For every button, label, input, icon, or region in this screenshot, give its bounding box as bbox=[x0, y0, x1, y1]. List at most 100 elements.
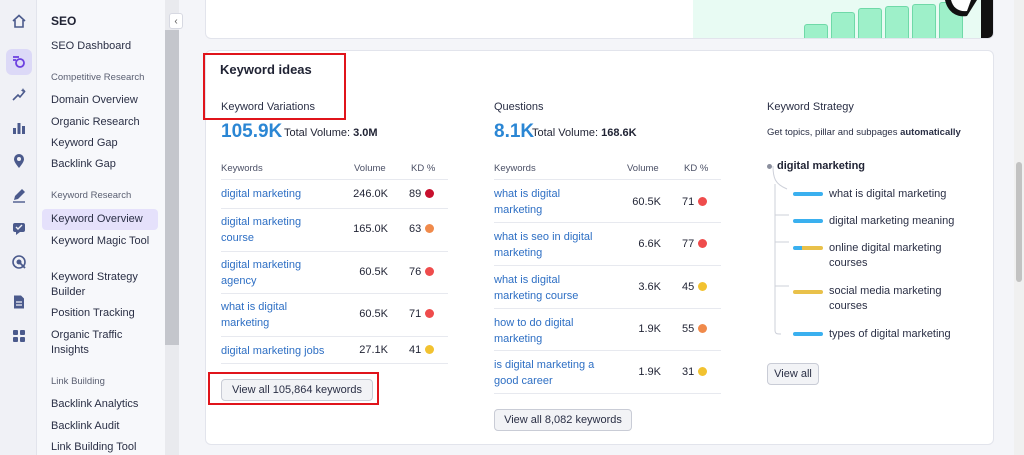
variations-volume: 60.5K bbox=[359, 308, 388, 320]
variations-kd: 76 bbox=[409, 266, 435, 278]
document-icon[interactable] bbox=[6, 289, 32, 315]
sidebar-item-keyword-gap[interactable]: Keyword Gap bbox=[51, 136, 163, 151]
variations-volume: 27.1K bbox=[359, 344, 388, 356]
sidebar-item-domain-overview[interactable]: Domain Overview bbox=[51, 93, 163, 108]
view-all-strategy-button[interactable]: View all bbox=[767, 363, 819, 385]
sidebar-section-keyword-research: Keyword Research bbox=[51, 190, 132, 201]
sidebar-item-keyword-magic-tool[interactable]: Keyword Magic Tool bbox=[51, 234, 163, 249]
variations-keyword-link[interactable]: digital marketing jobs bbox=[221, 343, 351, 359]
variations-volume: 60.5K bbox=[359, 266, 388, 278]
variations-kd: 71 bbox=[409, 308, 435, 320]
top-card bbox=[205, 0, 994, 39]
sidebar-item-position-tracking[interactable]: Position Tracking bbox=[51, 306, 163, 321]
questions-keyword-link[interactable]: what is seo in digital marketing bbox=[494, 229, 609, 261]
strategy-title: Keyword Strategy bbox=[767, 101, 854, 113]
strategy-subtitle: Get topics, pillar and subpages automati… bbox=[767, 127, 961, 138]
grid-icon[interactable] bbox=[6, 323, 32, 349]
tree-root-dot bbox=[767, 164, 772, 169]
ai-sparkle-icon[interactable] bbox=[6, 82, 32, 108]
variations-total-volume: Total Volume: 3.0M bbox=[284, 127, 378, 139]
sidebar-item-backlink-gap[interactable]: Backlink Gap bbox=[51, 157, 163, 172]
icon-rail bbox=[0, 0, 37, 455]
pen-icon[interactable] bbox=[6, 182, 32, 208]
sidebar-scrollbar[interactable] bbox=[165, 0, 179, 455]
variations-keyword-link[interactable]: digital marketing course bbox=[221, 214, 331, 246]
kd-indicator-icon bbox=[425, 345, 435, 354]
questions-volume: 6.6K bbox=[638, 238, 661, 250]
keyword-ideas-card: Keyword ideas Keyword Variations 105.9K … bbox=[203, 50, 994, 445]
variations-kd: 41 bbox=[409, 344, 435, 356]
page-scrollbar-thumb[interactable] bbox=[1016, 162, 1022, 282]
questions-volume: 1.9K bbox=[638, 366, 661, 378]
sidebar-item-backlink-analytics[interactable]: Backlink Analytics bbox=[51, 397, 163, 412]
target-icon[interactable] bbox=[6, 249, 32, 275]
sidebar-item-organic-traffic-insights[interactable]: Organic Traffic Insights bbox=[51, 328, 163, 358]
kd-indicator-icon bbox=[698, 197, 708, 206]
mascot-illustration bbox=[945, 0, 993, 38]
view-all-questions-button[interactable]: View all 8,082 keywords bbox=[494, 409, 632, 431]
variations-keyword-link[interactable]: digital marketing agency bbox=[221, 257, 331, 289]
sidebar-header: SEO bbox=[51, 14, 77, 28]
questions-header-volume: Volume bbox=[627, 163, 659, 174]
variations-volume: 165.0K bbox=[353, 223, 388, 235]
sidebar-item-keyword-strategy-builder[interactable]: Keyword Strategy Builder bbox=[51, 270, 163, 300]
chat-icon[interactable] bbox=[6, 215, 32, 241]
strategy-subtopic[interactable]: social media marketing courses bbox=[829, 284, 959, 314]
questions-total-volume: Total Volume: 168.6K bbox=[532, 127, 637, 139]
sidebar-section-competitive-research: Competitive Research bbox=[51, 72, 145, 83]
questions-kd: 77 bbox=[682, 238, 708, 250]
questions-count: 8.1K bbox=[494, 121, 535, 142]
sidebar-item-seo-dashboard[interactable]: SEO Dashboard bbox=[51, 39, 163, 54]
topic-bar bbox=[793, 290, 823, 294]
variations-header-keywords: Keywords bbox=[221, 163, 263, 174]
sidebar-scrollbar-thumb[interactable] bbox=[165, 30, 179, 345]
variations-keyword-link[interactable]: digital marketing bbox=[221, 186, 331, 202]
questions-keyword-link[interactable]: what is digital marketing bbox=[494, 186, 604, 218]
strategy-subtopic[interactable]: digital marketing meaning bbox=[829, 214, 969, 229]
questions-keyword-link[interactable]: is digital marketing a good career bbox=[494, 357, 609, 389]
questions-kd: 55 bbox=[682, 323, 708, 335]
questions-header-keywords: Keywords bbox=[494, 163, 536, 174]
questions-kd: 31 bbox=[682, 366, 708, 378]
questions-volume: 3.6K bbox=[638, 281, 661, 293]
questions-title: Questions bbox=[494, 101, 544, 113]
seo-icon[interactable] bbox=[6, 49, 32, 75]
topic-bar bbox=[793, 219, 823, 223]
strategy-root-topic[interactable]: digital marketing bbox=[777, 160, 865, 172]
kd-indicator-icon bbox=[698, 367, 708, 376]
seo-sidebar: SEO SEO Dashboard Competitive Research D… bbox=[37, 0, 167, 455]
questions-volume: 1.9K bbox=[638, 323, 661, 335]
variations-kd: 89 bbox=[409, 188, 435, 200]
questions-volume: 60.5K bbox=[632, 196, 661, 208]
kd-indicator-icon bbox=[425, 267, 435, 276]
sidebar-item-organic-research[interactable]: Organic Research bbox=[51, 115, 163, 130]
home-icon[interactable] bbox=[6, 8, 32, 34]
sidebar-item-link-building-tool[interactable]: Link Building Tool bbox=[51, 440, 163, 455]
sidebar-section-link-building: Link Building bbox=[51, 376, 105, 387]
variations-keyword-link[interactable]: what is digital marketing bbox=[221, 299, 331, 331]
strategy-subtopic[interactable]: types of digital marketing bbox=[829, 327, 969, 342]
questions-header-kd: KD % bbox=[684, 163, 709, 174]
kd-indicator-icon bbox=[698, 239, 708, 248]
bar-chart-icon[interactable] bbox=[6, 115, 32, 141]
topic-bar bbox=[793, 246, 823, 250]
collapse-sidebar-button[interactable]: ‹ bbox=[169, 13, 183, 29]
strategy-subtopic[interactable]: what is digital marketing bbox=[829, 187, 969, 202]
kd-indicator-icon bbox=[698, 282, 708, 291]
questions-kd: 45 bbox=[682, 281, 708, 293]
variations-volume: 246.0K bbox=[353, 188, 388, 200]
strategy-subtopic[interactable]: online digital marketing courses bbox=[829, 241, 959, 271]
sidebar-item-backlink-audit[interactable]: Backlink Audit bbox=[51, 419, 163, 434]
variations-count: 105.9K bbox=[221, 121, 283, 142]
annotation-highlight-view-all bbox=[208, 372, 379, 405]
annotation-highlight-title bbox=[203, 53, 346, 120]
sidebar-item-keyword-overview[interactable]: Keyword Overview bbox=[42, 209, 158, 230]
location-pin-icon[interactable] bbox=[6, 148, 32, 174]
kd-indicator-icon bbox=[698, 324, 708, 333]
page-scrollbar[interactable] bbox=[1014, 0, 1024, 455]
questions-kd: 71 bbox=[682, 196, 708, 208]
questions-keyword-link[interactable]: what is digital marketing course bbox=[494, 272, 604, 304]
topic-bar bbox=[793, 192, 823, 196]
questions-keyword-link[interactable]: how to do digital marketing bbox=[494, 315, 604, 347]
kd-indicator-icon bbox=[425, 189, 435, 198]
